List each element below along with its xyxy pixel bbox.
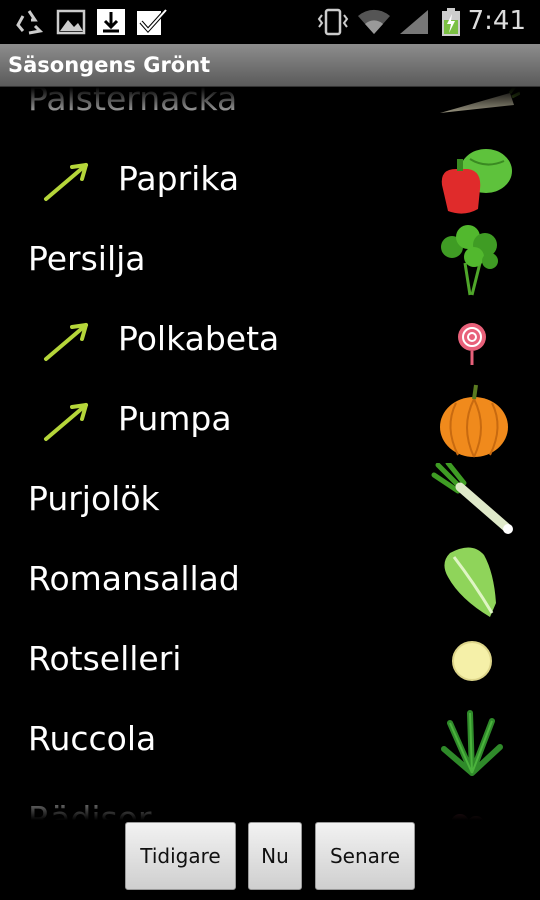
signal-icon (400, 10, 428, 34)
arrow-icon (44, 163, 88, 201)
list-item[interactable]: Palsternacka (0, 87, 540, 139)
beet-icon (458, 323, 486, 365)
list-item[interactable]: Rotselleri (0, 619, 540, 699)
vibrate-icon (317, 8, 349, 36)
lettuce-icon (444, 547, 496, 617)
celeriac-icon (452, 641, 492, 681)
arrow-icon (44, 403, 88, 441)
item-label: Rotselleri (28, 639, 182, 678)
pepper-icon (441, 149, 512, 214)
item-label: Polkabeta (118, 319, 280, 358)
app-title: Säsongens Grönt (8, 53, 211, 77)
list-item[interactable]: Rädisor (0, 779, 540, 820)
list-item[interactable]: Pumpa (0, 379, 540, 459)
list-item[interactable]: Paprika (0, 139, 540, 219)
parsnip-icon (440, 87, 520, 113)
arrow-icon (44, 323, 88, 361)
now-button[interactable]: Nu (248, 822, 302, 890)
item-label: Romansallad (28, 559, 240, 598)
radish-icon (451, 814, 484, 820)
recycle-icon (16, 10, 44, 35)
item-label: Paprika (118, 159, 240, 198)
wifi-icon (358, 9, 390, 34)
leek-icon (431, 463, 513, 534)
clock: 7:41 (467, 6, 526, 36)
arugula-icon (441, 710, 503, 776)
item-label: Ruccola (28, 719, 157, 758)
status-bar: 7:41 (0, 0, 540, 44)
parsley-icon (441, 225, 498, 296)
download-icon (97, 9, 125, 35)
list-item[interactable]: Romansallad (0, 539, 540, 619)
later-button[interactable]: Senare (315, 822, 415, 890)
list-item[interactable]: Polkabeta (0, 299, 540, 379)
checkmark-icon (137, 8, 168, 35)
title-bar: Säsongens Grönt (0, 44, 540, 87)
item-label: Purjolök (28, 479, 160, 518)
battery-charging-icon (442, 8, 460, 36)
item-label: Persilja (28, 239, 146, 278)
list-item[interactable]: Purjolök (0, 459, 540, 539)
image-icon (56, 9, 86, 35)
vegetable-list[interactable]: Palsternacka Paprika Persilja Polkabeta … (0, 87, 540, 820)
earlier-button[interactable]: Tidigare (125, 822, 236, 890)
pumpkin-icon (440, 384, 508, 458)
item-label: Rädisor (28, 799, 152, 820)
list-item[interactable]: Ruccola (0, 699, 540, 779)
item-label: Palsternacka (28, 87, 238, 118)
item-label: Pumpa (118, 399, 232, 438)
list-item[interactable]: Persilja (0, 219, 540, 299)
